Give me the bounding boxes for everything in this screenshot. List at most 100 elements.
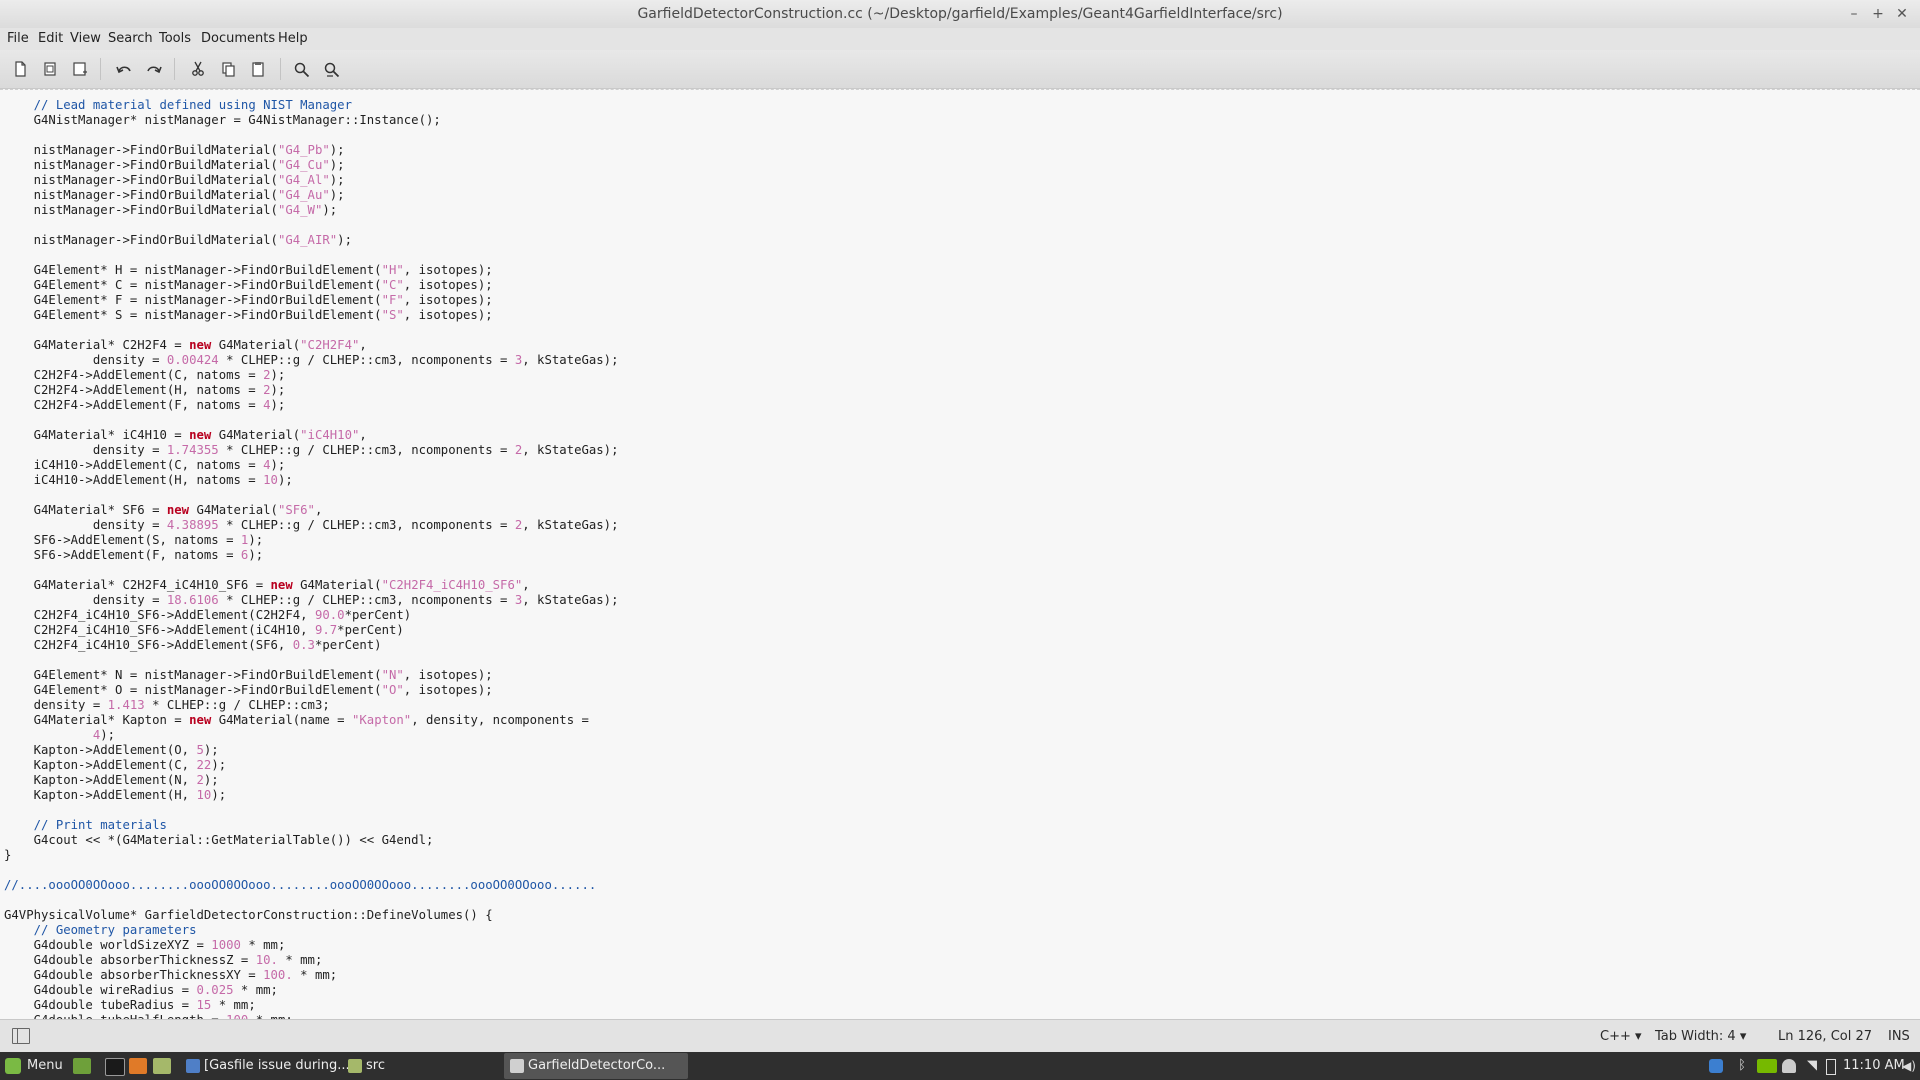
undo-icon[interactable]: [112, 58, 136, 80]
code-line: G4Element* F = nistManager->FindOrBuildE…: [4, 293, 493, 307]
chevron-down-icon: ▾: [1635, 1029, 1642, 1044]
nvidia-icon[interactable]: [1757, 1059, 1777, 1073]
redo-icon[interactable]: [142, 58, 166, 80]
task-folder[interactable]: src: [342, 1053, 526, 1079]
menu-edit[interactable]: Edit: [36, 28, 65, 50]
files-icon[interactable]: [153, 1058, 171, 1074]
menu-search[interactable]: Search: [106, 28, 155, 50]
code-line: density = 18.6106 * CLHEP::g / CLHEP::cm…: [4, 593, 619, 607]
code-line: G4Element* S = nistManager->FindOrBuildE…: [4, 308, 493, 322]
code-line: Kapton->AddElement(O, 5);: [4, 743, 219, 757]
code-line: nistManager->FindOrBuildMaterial("G4_Al"…: [4, 173, 345, 187]
code-content: // Lead material defined using NIST Mana…: [4, 98, 619, 1019]
code-line: G4double absorberThicknessXY = 100. * mm…: [4, 968, 338, 982]
clock[interactable]: 11:10 AM: [1843, 1052, 1905, 1080]
close-button[interactable]: ✕: [1891, 0, 1913, 28]
menu-documents[interactable]: Documents: [199, 28, 277, 50]
cut-icon[interactable]: [186, 58, 210, 80]
code-line: nistManager->FindOrBuildMaterial("G4_Pb"…: [4, 143, 345, 157]
toolbar: [0, 50, 1920, 89]
toolbar-separator: [174, 58, 175, 80]
code-line: }: [4, 848, 12, 862]
code-line: //....oooOO0OOooo........oooOO0OOooo....…: [4, 878, 597, 892]
toolbar-separator: [280, 58, 281, 80]
code-line: // Print materials: [33, 818, 167, 832]
code-editor[interactable]: // Lead material defined using NIST Mana…: [0, 89, 1920, 1019]
code-line: nistManager->FindOrBuildMaterial("G4_W")…: [4, 203, 338, 217]
start-menu-button[interactable]: Menu: [27, 1052, 63, 1080]
editor-top-border: [0, 89, 1920, 93]
maximize-button[interactable]: +: [1867, 0, 1889, 28]
side-panel-toggle-icon[interactable]: [12, 1028, 30, 1044]
code-line: G4VPhysicalVolume* GarfieldDetectorConst…: [4, 908, 493, 922]
code-line: G4Material* SF6 = new G4Material("SF6",: [4, 503, 323, 517]
paste-icon[interactable]: [246, 58, 270, 80]
text-editor-icon: [510, 1059, 524, 1073]
folder-icon: [348, 1059, 362, 1073]
menu-tools[interactable]: Tools: [157, 28, 193, 50]
tab-width-selector[interactable]: Tab Width: 4 ▾: [1655, 1020, 1746, 1053]
code-line: G4Element* H = nistManager->FindOrBuildE…: [4, 263, 493, 277]
toolbar-separator: [100, 58, 101, 80]
title-bar: GarfieldDetectorConstruction.cc (~/Deskt…: [0, 0, 1920, 29]
search-replace-icon[interactable]: [320, 58, 344, 80]
volume-icon[interactable]: ◀): [1902, 1059, 1916, 1073]
search-icon[interactable]: [290, 58, 314, 80]
language-selector[interactable]: C++ ▾: [1600, 1020, 1642, 1053]
code-line: Kapton->AddElement(H, 10);: [4, 788, 227, 802]
bluetooth-icon[interactable]: ᛒ: [1735, 1059, 1749, 1073]
code-line: G4Material* C2H2F4 = new G4Material("C2H…: [4, 338, 367, 352]
firefox-icon[interactable]: [129, 1058, 147, 1074]
minimize-button[interactable]: –: [1843, 0, 1865, 28]
open-icon[interactable]: [38, 58, 62, 80]
menu-help[interactable]: Help: [276, 28, 310, 50]
shield-icon[interactable]: [1709, 1059, 1723, 1073]
taskbar: Menu [Gasfile issue during... src Garfie…: [0, 1052, 1920, 1080]
show-desktop-icon[interactable]: [73, 1058, 91, 1074]
task-text-editor[interactable]: GarfieldDetectorCo...: [504, 1053, 688, 1079]
copy-icon[interactable]: [216, 58, 240, 80]
user-icon[interactable]: [1782, 1059, 1796, 1073]
language-label: C++: [1600, 1029, 1631, 1044]
chevron-down-icon: ▾: [1739, 1029, 1747, 1044]
text-editor-window: GarfieldDetectorConstruction.cc (~/Deskt…: [0, 0, 1920, 1080]
code-line: iC4H10->AddElement(C, natoms = 4);: [4, 458, 286, 472]
code-line: G4Element* C = nistManager->FindOrBuildE…: [4, 278, 493, 292]
mint-logo-icon[interactable]: [5, 1058, 21, 1074]
insert-mode: INS: [1888, 1029, 1910, 1044]
code-line: G4Material* Kapton = new G4Material(name…: [4, 713, 589, 727]
code-line: // Geometry parameters: [33, 923, 197, 937]
battery-icon[interactable]: [1826, 1059, 1836, 1075]
code-line: C2H2F4_iC4H10_SF6->AddElement(C2H2F4, 90…: [4, 608, 412, 622]
new-document-icon[interactable]: [8, 58, 32, 80]
code-line: C2H2F4_iC4H10_SF6->AddElement(iC4H10, 9.…: [4, 623, 404, 637]
code-line: nistManager->FindOrBuildMaterial("G4_Au"…: [4, 188, 345, 202]
code-line: density = 0.00424 * CLHEP::g / CLHEP::cm…: [4, 353, 619, 367]
menu-file[interactable]: File: [5, 28, 31, 50]
code-line: SF6->AddElement(F, natoms = 6);: [4, 548, 264, 562]
wifi-icon[interactable]: ◥: [1805, 1059, 1819, 1073]
code-line: Kapton->AddElement(N, 2);: [4, 773, 219, 787]
save-icon[interactable]: [68, 58, 92, 80]
code-line: G4NistManager* nistManager = G4NistManag…: [4, 113, 441, 127]
menu-view[interactable]: View: [68, 28, 103, 50]
code-line: C2H2F4_iC4H10_SF6->AddElement(SF6, 0.3*p…: [4, 638, 382, 652]
task-label: GarfieldDetectorCo...: [528, 1058, 666, 1073]
code-line: SF6->AddElement(S, natoms = 1);: [4, 533, 264, 547]
code-line: density = 4.38895 * CLHEP::g / CLHEP::cm…: [4, 518, 619, 532]
code-line: G4Material* iC4H10 = new G4Material("iC4…: [4, 428, 367, 442]
code-line: // Lead material defined using NIST Mana…: [33, 98, 352, 112]
task-label: [Gasfile issue during...: [204, 1058, 350, 1073]
code-line: G4double absorberThicknessZ = 10. * mm;: [4, 953, 323, 967]
code-line: nistManager->FindOrBuildMaterial("G4_AIR…: [4, 233, 352, 247]
terminal-icon[interactable]: [105, 1058, 125, 1076]
code-line: nistManager->FindOrBuildMaterial("G4_Cu"…: [4, 158, 345, 172]
